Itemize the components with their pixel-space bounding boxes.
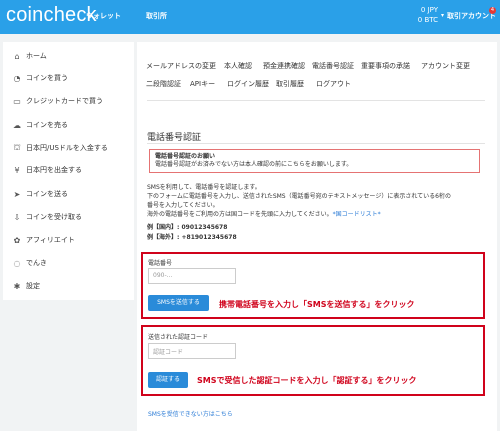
sidebar-item-settings[interactable]: ✱ 設定 (3, 275, 134, 297)
sidebar-item-label: 日本円/USドルを入金する (26, 144, 108, 152)
bulb-icon: ◌ (13, 258, 21, 268)
yen-icon: ¥ (14, 165, 20, 175)
sidebar-item-credit-card[interactable]: ▭ クレジットカードで買う (3, 90, 134, 112)
tab-two-factor[interactable]: 二段階認証 (146, 79, 181, 89)
send-instruction: 携帯電話番号を入力し「SMSを送信する」をクリック (219, 300, 415, 309)
nav-wallet[interactable]: ウォレット (86, 11, 121, 21)
notice-box: 電話番号認証のお願い 電話番号認証がお済みでない方は本人確認の前にこちらをお願い… (149, 149, 480, 173)
sidebar-item-label: 設定 (26, 282, 40, 290)
tab-account-change[interactable]: アカウント変更 (421, 61, 470, 71)
balance-display[interactable]: 0 JPY 0 BTC (408, 5, 438, 25)
sidebar-item-denki[interactable]: ◌ でんき (3, 252, 134, 274)
description: SMSを利用して、電話番号を認証します。 下のフォームに電話番号を入力し、送信さ… (147, 183, 487, 219)
cloud-icon: ☁ (13, 120, 21, 130)
nav-exchange[interactable]: 取引所 (146, 11, 167, 21)
tab-login-history[interactable]: ログイン履歴 (227, 79, 269, 89)
tab-important-terms[interactable]: 重要事項の承諾 (361, 61, 410, 71)
description-line: SMSを利用して、電話番号を認証します。 (147, 184, 261, 191)
sidebar-item-receive[interactable]: ⇩ コインを受け取る (3, 206, 134, 228)
btc-balance: 0 BTC (417, 16, 438, 24)
send-sms-button[interactable]: SMSを送信する (148, 295, 209, 311)
top-bar: coincheck ウォレット 取引所 0 JPY 0 BTC ▾ 取引アカウン… (0, 0, 500, 34)
sidebar-item-affiliate[interactable]: ✿ アフィリエイト (3, 229, 134, 251)
example-domestic: 例【国内】: 09012345678 (147, 224, 228, 231)
description-line: 海外の電話番号をご利用の方は国コードを先頭に入力してください。*国コードリスト* (147, 210, 487, 219)
no-sms-link[interactable]: SMSを受信できない方はこちら (148, 409, 233, 418)
notice-title: 電話番号認証のお願い (155, 153, 216, 160)
sidebar-item-label: コインを買う (26, 74, 68, 82)
tab-deposit-link[interactable]: 預金連携確認 (263, 61, 305, 71)
main-panel: メールアドレスの変更 本人確認 預金連携確認 電話番号認証 重要事項の承諾 アカ… (137, 42, 497, 431)
sidebar-item-label: コインを送る (26, 190, 68, 198)
home-icon: ⌂ (14, 51, 20, 61)
gift-icon: ✿ (13, 235, 21, 245)
tab-logout[interactable]: ログアウト (316, 79, 351, 89)
notice-body: 電話番号認証がお済みでない方は本人確認の前にこちらをお願いします。 (155, 161, 353, 168)
tab-api-key[interactable]: APIキー (190, 79, 215, 89)
coincheck-logo[interactable]: coincheck (6, 4, 97, 27)
divider (147, 100, 485, 101)
sidebar-item-buy[interactable]: ◔ コインを買う (3, 67, 134, 89)
sidebar-item-withdraw[interactable]: ¥ 日本円を出金する (3, 159, 134, 181)
sidebar-item-label: ホーム (26, 52, 47, 60)
send-icon: ➤ (13, 189, 21, 199)
example-overseas: 例【海外】: +819012345678 (147, 234, 237, 241)
download-icon: ⇩ (13, 212, 21, 222)
gear-icon: ✱ (13, 281, 21, 291)
description-line: 下のフォームに電話番号を入力し、送信されたSMS（電話番号宛のテキストメッセージ… (147, 193, 451, 200)
credit-card-icon: ▭ (13, 96, 21, 106)
sidebar-item-deposit[interactable]: ⛫ 日本円/USドルを入金する (3, 137, 134, 159)
notification-badge[interactable]: 4 (489, 7, 496, 14)
tab-phone-verify[interactable]: 電話番号認証 (312, 61, 354, 71)
sidebar-item-label: でんき (26, 259, 47, 267)
sidebar-item-sell[interactable]: ☁ コインを売る (3, 114, 134, 136)
page-title: 電話番号認証 (147, 133, 202, 143)
cart-icon: ◔ (13, 73, 21, 83)
code-label: 送信された認証コード (148, 334, 209, 341)
description-line: 番号を入力してください。 (147, 202, 219, 209)
sidebar-item-label: コインを受け取る (26, 213, 82, 221)
code-input[interactable]: 認証コード (148, 343, 236, 359)
divider (147, 143, 485, 144)
verify-button[interactable]: 認証する (148, 372, 188, 388)
tab-trade-history[interactable]: 取引履歴 (276, 79, 304, 89)
jpy-balance: 0 JPY (420, 6, 438, 14)
country-code-list-link[interactable]: *国コードリスト* (333, 211, 381, 218)
phone-label: 電話番号 (148, 260, 173, 267)
sidebar-item-label: コインを売る (26, 121, 68, 129)
bank-icon: ⛫ (13, 143, 21, 152)
verify-instruction: SMSで受信した認証コードを入力し「認証する」をクリック (197, 376, 417, 385)
sidebar-item-home[interactable]: ⌂ ホーム (3, 45, 134, 67)
sidebar: ⌂ ホーム ◔ コインを買う ▭ クレジットカードで買う ☁ コインを売る ⛫ 日本円/U… (3, 42, 134, 300)
sidebar-item-label: クレジットカードで買う (26, 97, 103, 105)
chevron-down-icon[interactable]: ▾ (441, 12, 444, 19)
sidebar-item-label: アフィリエイト (26, 236, 75, 244)
phone-input[interactable]: 090-... (148, 268, 236, 284)
sidebar-item-label: 日本円を出金する (26, 166, 82, 174)
tab-identity[interactable]: 本人確認 (224, 61, 252, 71)
country-code-note: 海外の電話番号をご利用の方は国コードを先頭に入力してください。 (147, 211, 333, 218)
tab-email-change[interactable]: メールアドレスの変更 (146, 61, 216, 71)
sidebar-item-send[interactable]: ➤ コインを送る (3, 183, 134, 205)
